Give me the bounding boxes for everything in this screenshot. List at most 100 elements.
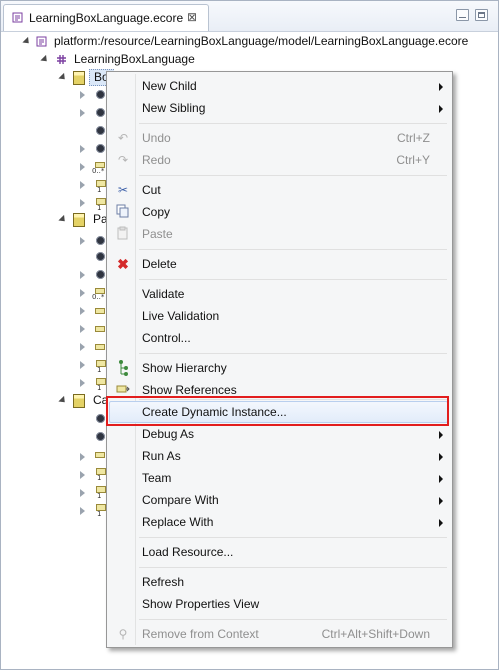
- menu-item-copy[interactable]: Copy: [109, 201, 448, 223]
- eclass-icon: [73, 394, 85, 408]
- collapsed-icon[interactable]: [80, 163, 85, 171]
- package-label: LearningBoxLanguage: [74, 52, 195, 66]
- menu-item-undo[interactable]: ↶ Undo Ctrl+Z: [109, 127, 448, 149]
- collapsed-icon[interactable]: [80, 471, 85, 479]
- menu-separator: [139, 123, 447, 124]
- multiplicity-label: 1: [97, 510, 102, 518]
- menu-item-delete[interactable]: ✖ Delete: [109, 253, 448, 275]
- resource-icon: [36, 36, 47, 47]
- collapsed-icon[interactable]: [80, 489, 85, 497]
- editor-tab[interactable]: LearningBoxLanguage.ecore ⊠: [3, 4, 209, 31]
- menu-separator: [139, 619, 447, 620]
- multiplicity-label: 0..*: [92, 167, 105, 175]
- menu-item-run-as[interactable]: Run As: [109, 445, 448, 467]
- menu-item-remove-from-context[interactable]: ⚲ Remove from Context Ctrl+Alt+Shift+Dow…: [109, 623, 448, 645]
- menu-item-live-validation[interactable]: Live Validation: [109, 305, 448, 327]
- menu-item-label: Debug As: [142, 427, 195, 441]
- menu-item-new-child[interactable]: New Child: [109, 75, 448, 97]
- menu-item-label: Copy: [142, 205, 171, 219]
- remove-context-icon: ⚲: [118, 627, 128, 641]
- operation-icon: [96, 90, 105, 99]
- collapsed-icon[interactable]: [80, 237, 85, 245]
- operation-icon: [96, 270, 105, 279]
- collapsed-icon[interactable]: [80, 307, 85, 315]
- expand-icon[interactable]: [58, 395, 68, 406]
- menu-item-load-resource[interactable]: Load Resource...: [109, 541, 448, 563]
- menu-item-cut[interactable]: ✂ Cut: [109, 179, 448, 201]
- highlight-callout-box: [106, 396, 449, 426]
- expand-icon[interactable]: [22, 36, 32, 47]
- collapsed-icon[interactable]: [80, 91, 85, 99]
- menu-item-debug-as[interactable]: Debug As: [109, 423, 448, 445]
- collapsed-icon[interactable]: [80, 361, 85, 369]
- menu-item-new-sibling[interactable]: New Sibling: [109, 97, 448, 119]
- menu-item-shortcut: Ctrl+Alt+Shift+Down: [321, 627, 430, 641]
- menu-item-refresh[interactable]: Refresh: [109, 571, 448, 593]
- expand-icon[interactable]: [58, 72, 68, 83]
- delete-icon: ✖: [117, 256, 129, 272]
- menu-item-replace-with[interactable]: Replace With: [109, 511, 448, 533]
- context-menu: New Child New Sibling ↶ Undo Ctrl+Z ↷ Re…: [106, 71, 453, 648]
- package-icon: [57, 55, 66, 64]
- menu-item-label: New Sibling: [142, 101, 206, 115]
- reference-icon: [95, 308, 105, 314]
- collapsed-icon[interactable]: [80, 289, 85, 297]
- resource-label: platform:/resource/LearningBoxLanguage/m…: [54, 34, 469, 48]
- menu-separator: [139, 567, 447, 568]
- expand-icon[interactable]: [58, 214, 68, 225]
- operation-icon: [96, 126, 105, 135]
- menu-item-label: Delete: [142, 257, 177, 271]
- collapsed-icon[interactable]: [80, 181, 85, 189]
- menu-item-control[interactable]: Control...: [109, 327, 448, 349]
- reference-icon: [95, 326, 105, 332]
- menu-item-label: Paste: [142, 227, 173, 241]
- ecore-file-icon: [12, 12, 23, 23]
- collapsed-icon[interactable]: [80, 343, 85, 351]
- menu-item-paste[interactable]: Paste: [109, 223, 448, 245]
- eclass-icon: [73, 71, 85, 85]
- collapsed-icon[interactable]: [80, 325, 85, 333]
- menu-item-label: New Child: [142, 79, 197, 93]
- submenu-arrow-icon: [439, 475, 443, 483]
- submenu-arrow-icon: [439, 453, 443, 461]
- collapsed-icon[interactable]: [80, 453, 85, 461]
- collapsed-icon[interactable]: [80, 379, 85, 387]
- paste-icon: [115, 226, 131, 242]
- menu-item-shortcut: Ctrl+Y: [396, 153, 430, 167]
- menu-item-label: Undo: [142, 131, 171, 145]
- collapsed-icon[interactable]: [80, 109, 85, 117]
- menu-item-label: Show Hierarchy: [142, 361, 227, 375]
- minimize-icon[interactable]: [456, 9, 469, 21]
- submenu-arrow-icon: [439, 105, 443, 113]
- menu-item-show-hierarchy[interactable]: Show Hierarchy: [109, 357, 448, 379]
- operation-icon: [96, 108, 105, 117]
- collapsed-icon[interactable]: [80, 145, 85, 153]
- collapsed-icon[interactable]: [80, 271, 85, 279]
- menu-separator: [139, 175, 447, 176]
- close-tab-icon[interactable]: ⊠: [187, 10, 197, 24]
- maximize-icon[interactable]: [475, 9, 488, 21]
- menu-item-label: Remove from Context: [142, 627, 259, 641]
- menu-separator: [139, 537, 447, 538]
- operation-icon: [96, 252, 105, 261]
- expand-icon[interactable]: [40, 54, 50, 65]
- multiplicity-label: 1: [97, 492, 102, 500]
- menu-item-label: Compare With: [142, 493, 219, 507]
- menu-item-validate[interactable]: Validate: [109, 283, 448, 305]
- menu-item-compare-with[interactable]: Compare With: [109, 489, 448, 511]
- menu-item-redo[interactable]: ↷ Redo Ctrl+Y: [109, 149, 448, 171]
- menu-item-label: Replace With: [142, 515, 214, 529]
- collapsed-icon[interactable]: [80, 507, 85, 515]
- collapsed-icon[interactable]: [80, 199, 85, 207]
- submenu-arrow-icon: [439, 83, 443, 91]
- redo-icon: ↷: [117, 153, 129, 167]
- menu-item-team[interactable]: Team: [109, 467, 448, 489]
- undo-icon: ↶: [117, 131, 129, 145]
- menu-item-label: Validate: [142, 287, 185, 301]
- menu-separator: [139, 279, 447, 280]
- menu-separator: [139, 353, 447, 354]
- menu-item-show-properties-view[interactable]: Show Properties View: [109, 593, 448, 615]
- multiplicity-label: 0..*: [92, 293, 105, 301]
- menu-item-label: Control...: [142, 331, 191, 345]
- reference-icon: [95, 452, 105, 458]
